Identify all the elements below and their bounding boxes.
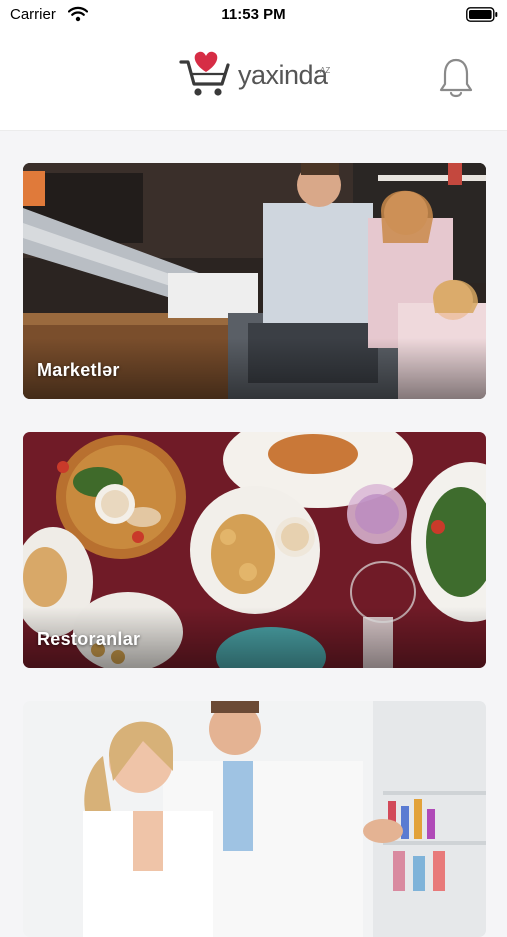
- logo-suffix: AZ: [320, 66, 331, 75]
- category-label-markets: Marketlər: [37, 360, 120, 380]
- clock: 11:53 PM: [221, 6, 286, 23]
- pharmacy-photo: [23, 701, 486, 937]
- battery-icon: [466, 7, 498, 22]
- cart-heart-icon: [179, 51, 230, 96]
- category-card-restaurants[interactable]: Restoranlar: [23, 432, 486, 668]
- category-card-markets[interactable]: Marketlər: [23, 163, 486, 399]
- brand-logo[interactable]: yaxinda AZ: [178, 48, 348, 104]
- bell-icon[interactable]: [436, 56, 476, 100]
- category-label-restaurants: Restoranlar: [37, 629, 141, 649]
- logo-wordmark: yaxinda: [238, 60, 328, 90]
- category-card-pharmacy[interactable]: [23, 701, 486, 937]
- app-header: yaxinda AZ: [0, 30, 507, 131]
- status-bar: Carrier 11:53 PM: [0, 0, 507, 30]
